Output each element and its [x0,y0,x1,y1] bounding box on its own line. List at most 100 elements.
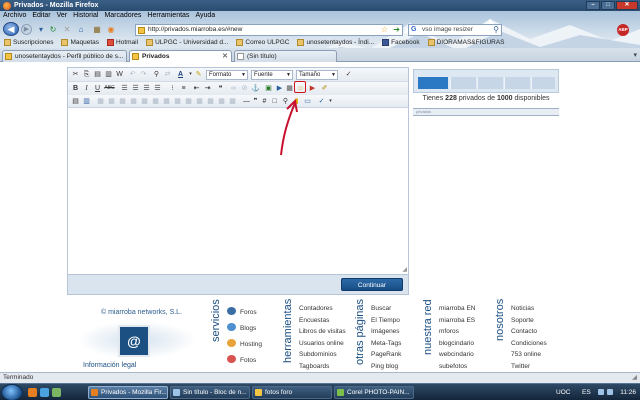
table-tools-icon-7[interactable]: ▦ [162,97,171,106]
footer-link-tagboards[interactable]: Tagboards [299,361,346,373]
footer-link-libros[interactable]: Libros de visitas [299,326,346,338]
taskbar-item-firefox[interactable]: Privados - Mozilla Fir... [88,386,168,399]
home-icon[interactable]: ⌂ [76,25,86,35]
tab-perfil[interactable]: unosetentaydos - Perfil público de s... [2,50,127,62]
paste-icon[interactable]: ▤ [93,70,102,79]
table-tools-icon-3[interactable]: ▦ [118,97,127,106]
font-select[interactable]: Fuente ▼ [251,70,293,80]
footer-link-imagenes[interactable]: Imágenes [371,326,401,338]
underline-button[interactable]: U [93,84,102,93]
bookmark-dioramas[interactable]: DIORAMAS&FIGURAS [427,37,505,48]
footer-link-pingblog[interactable]: Ping blog [371,361,401,373]
volume-tray-icon[interactable] [607,389,613,395]
table-tools-icon-5[interactable]: ▦ [140,97,149,106]
footer-link-pagerank[interactable]: PageRank [371,349,401,361]
search-icon[interactable]: ⚲ [493,25,499,35]
footer-link-fotos[interactable]: Fotos [227,353,262,369]
more-tools-dropdown-icon[interactable]: ▾ [326,97,335,106]
reload-icon[interactable]: ↻ [48,25,58,35]
tab-list-icon[interactable]: ▾ [633,51,637,59]
search-bar[interactable]: G vso image resizer ⚲ [408,24,502,36]
align-left-icon[interactable]: ☰ [120,84,129,93]
footer-link-condiciones[interactable]: Condiciones [511,338,547,350]
paste-word-icon[interactable]: W [115,70,124,79]
table-tools-icon-13[interactable]: ▦ [228,97,237,106]
adblock-plus-icon[interactable]: ABP [617,24,629,36]
bookmark-manager-icon[interactable]: ▦ [92,25,102,35]
copy-icon[interactable]: ⎘ [82,70,91,79]
forward-button[interactable]: ▶ [21,24,32,35]
menu-archivo[interactable]: Archivo [3,11,26,21]
table-icon[interactable]: ▦ [285,84,294,93]
youtube-icon[interactable]: ▶ [308,84,317,93]
go-arrow-icon[interactable]: ➔ [393,25,400,35]
bookmark-ulpgc[interactable]: ULPGC - Universidad d... [146,37,228,48]
minimize-button[interactable]: – [586,1,600,10]
table-tools-icon-4[interactable]: ▦ [129,97,138,106]
bookmark-hotmail[interactable]: Hotmail [107,37,138,48]
tray-uoc-label[interactable]: UOC [556,384,570,400]
bold-button[interactable]: B [71,84,80,93]
media-icon[interactable]: ▶ [275,84,284,93]
image-icon[interactable]: ▣ [264,84,273,93]
table-tools-icon-2[interactable]: ▦ [107,97,116,106]
table-tools-icon-11[interactable]: ▦ [206,97,215,106]
start-button[interactable] [1,384,23,400]
firefox-quicklaunch-icon[interactable] [28,388,37,397]
bullet-list-icon[interactable]: ⁝ [168,84,177,93]
menu-ayuda[interactable]: Ayuda [195,11,215,21]
table-tools-icon-9[interactable]: ▦ [184,97,193,106]
footer-link-blogcindario[interactable]: blogcindario [439,338,475,350]
desktop-quicklaunch-icon[interactable] [52,388,61,397]
indent-icon[interactable]: ⇥ [203,84,212,93]
menu-herramientas[interactable]: Herramientas [147,11,189,21]
menu-historial[interactable]: Historial [73,11,98,21]
footer-link-mforos[interactable]: mforos [439,326,475,338]
footer-link-soporte[interactable]: Soporte [511,315,547,327]
footer-link-tiempo[interactable]: El Tiempo [371,315,401,327]
anchor-icon[interactable]: ⚓ [251,84,260,93]
link-icon[interactable]: ∞ [229,84,238,93]
italic-button[interactable]: I [82,84,91,93]
history-dropdown-icon[interactable]: ▾ [36,25,46,35]
quote-icon[interactable]: ❞ [251,97,260,106]
bookmark-maquetas[interactable]: Maquetas [61,37,99,48]
network-tray-icon[interactable] [598,389,604,395]
paste-text-icon[interactable]: ▥ [104,70,113,79]
close-button[interactable]: ✕ [616,1,638,10]
resize-grip-icon[interactable]: ◢ [402,266,407,273]
footer-link-metatags[interactable]: Meta-Tags [371,338,401,350]
size-select[interactable]: Tamaño ▼ [296,70,338,80]
format-select[interactable]: Formato ▼ [206,70,248,80]
footer-link-subdominios[interactable]: Subdominios [299,349,346,361]
strikethrough-button[interactable]: ABC [104,84,115,93]
redo-icon[interactable]: ↷ [139,70,148,79]
bookmark-facebook[interactable]: Facebook [382,37,420,48]
footer-link-miarroba-en[interactable]: miarroba EN [439,303,475,315]
footer-link-miarroba-es[interactable]: miarroba ES [439,315,475,327]
footer-link-blogs[interactable]: Blogs [227,321,262,337]
bookmark-star-icon[interactable]: ☆ [381,25,388,35]
more-tools-icon[interactable]: ✓ [317,97,326,106]
table-tools-icon-1[interactable]: ▦ [96,97,105,106]
footer-link-encuestas[interactable]: Encuestas [299,315,346,327]
numbered-list-icon[interactable]: ≡ [179,84,188,93]
undo-icon[interactable]: ↶ [128,70,137,79]
text-color-icon[interactable]: A [176,70,185,79]
replace-icon[interactable]: ⇄ [163,70,172,79]
maximize-button[interactable]: □ [601,1,615,10]
menu-editar[interactable]: Editar [32,11,50,21]
menu-ver[interactable]: Ver [57,11,68,21]
url-bar[interactable]: http://privados.miarroba.es/#new ☆ ➔ [135,24,403,36]
preview-icon[interactable]: ▥ [82,97,91,106]
continuar-button[interactable]: Continuar [341,278,403,291]
spellcheck-icon[interactable]: ✓ [344,70,353,79]
language-indicator[interactable]: ES [582,384,591,400]
taskbar-item-notepad[interactable]: Sin título - Bloc de n... [170,386,250,399]
clear-format-icon[interactable]: ✐ [320,84,329,93]
rss-icon[interactable]: ◉ [106,25,116,35]
align-center-icon[interactable]: ☰ [131,84,140,93]
menu-marcadores[interactable]: Marcadores [104,11,141,21]
footer-link-noticias[interactable]: Noticias [511,303,547,315]
stop-icon[interactable]: ✕ [62,25,72,35]
